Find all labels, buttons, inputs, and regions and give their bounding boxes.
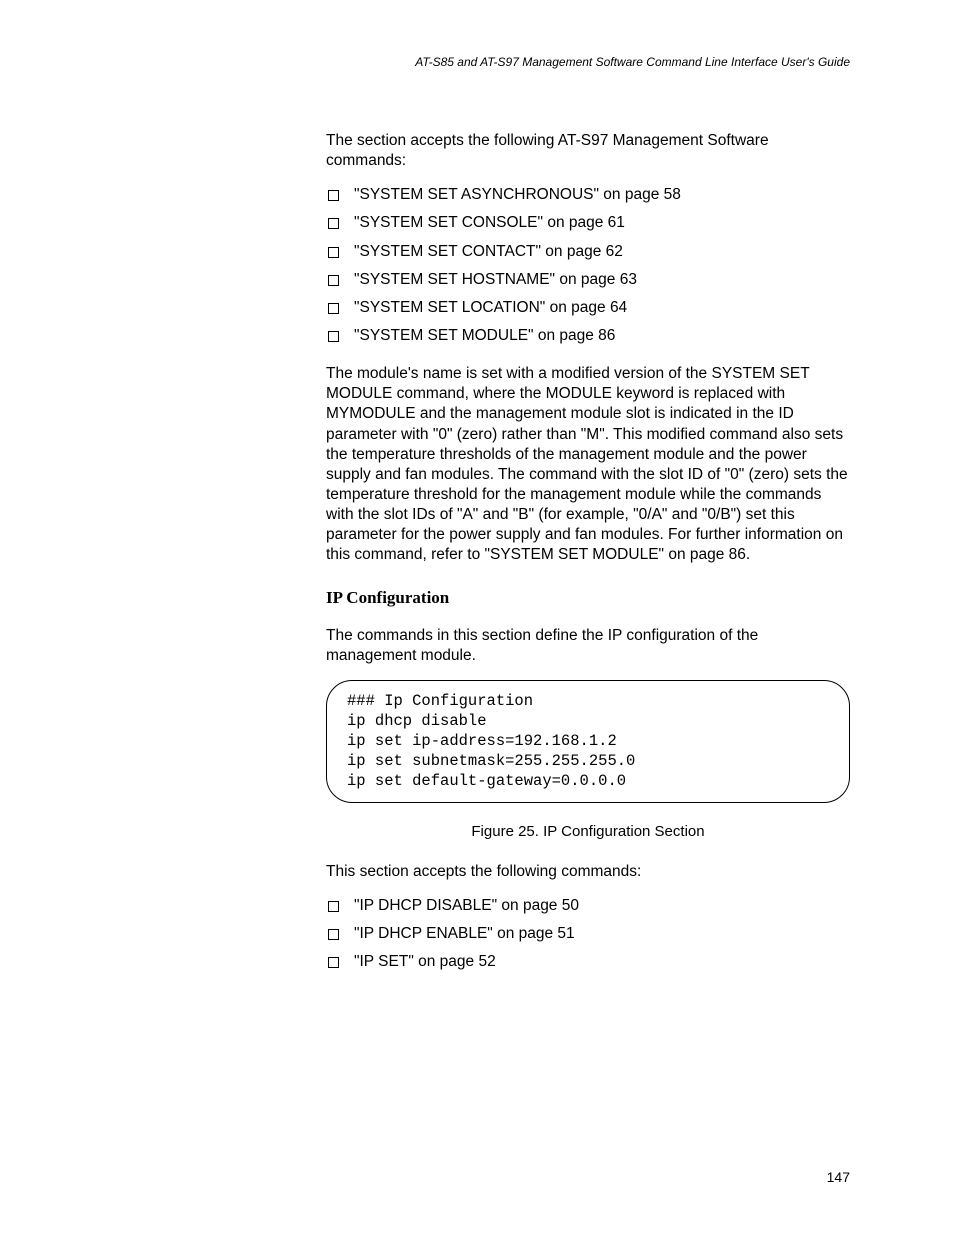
code-block: ### Ip Configuration ip dhcp disable ip … (326, 680, 850, 803)
page-container: AT-S85 and AT-S97 Management Software Co… (0, 0, 954, 1235)
list-item: "SYSTEM SET CONSOLE" on page 61 (326, 213, 850, 233)
list-item-text: "SYSTEM SET ASYNCHRONOUS" on page 58 (354, 186, 681, 203)
section-heading: IP Configuration (326, 588, 850, 608)
commands-intro-2: This section accepts the following comma… (326, 862, 850, 882)
module-paragraph: The module's name is set with a modified… (326, 364, 850, 565)
figure-caption: Figure 25. IP Configuration Section (326, 823, 850, 840)
list-item: "SYSTEM SET CONTACT" on page 62 (326, 242, 850, 262)
list-item-text: "SYSTEM SET MODULE" on page 86 (354, 327, 615, 344)
list-item: "SYSTEM SET ASYNCHRONOUS" on page 58 (326, 185, 850, 205)
list-item-text: "IP DHCP DISABLE" on page 50 (354, 897, 579, 914)
list-item: "IP DHCP DISABLE" on page 50 (326, 896, 850, 916)
list-item: "SYSTEM SET LOCATION" on page 64 (326, 298, 850, 318)
list-item-text: "SYSTEM SET CONTACT" on page 62 (354, 243, 623, 260)
list-item: "SYSTEM SET MODULE" on page 86 (326, 326, 850, 346)
intro-paragraph: The section accepts the following AT-S97… (326, 131, 850, 171)
page-number: 147 (827, 1169, 850, 1185)
list-item: "SYSTEM SET HOSTNAME" on page 63 (326, 270, 850, 290)
list-item: "IP SET" on page 52 (326, 952, 850, 972)
list-item-text: "IP DHCP ENABLE" on page 51 (354, 925, 575, 942)
list-item-text: "SYSTEM SET HOSTNAME" on page 63 (354, 271, 637, 288)
list-item-text: "IP SET" on page 52 (354, 953, 496, 970)
commands-list-2: "IP DHCP DISABLE" on page 50 "IP DHCP EN… (326, 896, 850, 972)
ip-intro-paragraph: The commands in this section define the … (326, 626, 850, 666)
page-header: AT-S85 and AT-S97 Management Software Co… (326, 55, 850, 69)
list-item-text: "SYSTEM SET LOCATION" on page 64 (354, 299, 627, 316)
list-item-text: "SYSTEM SET CONSOLE" on page 61 (354, 214, 625, 231)
commands-list-1: "SYSTEM SET ASYNCHRONOUS" on page 58 "SY… (326, 185, 850, 346)
guide-title: AT-S85 and AT-S97 Management Software Co… (415, 55, 850, 69)
list-item: "IP DHCP ENABLE" on page 51 (326, 924, 850, 944)
